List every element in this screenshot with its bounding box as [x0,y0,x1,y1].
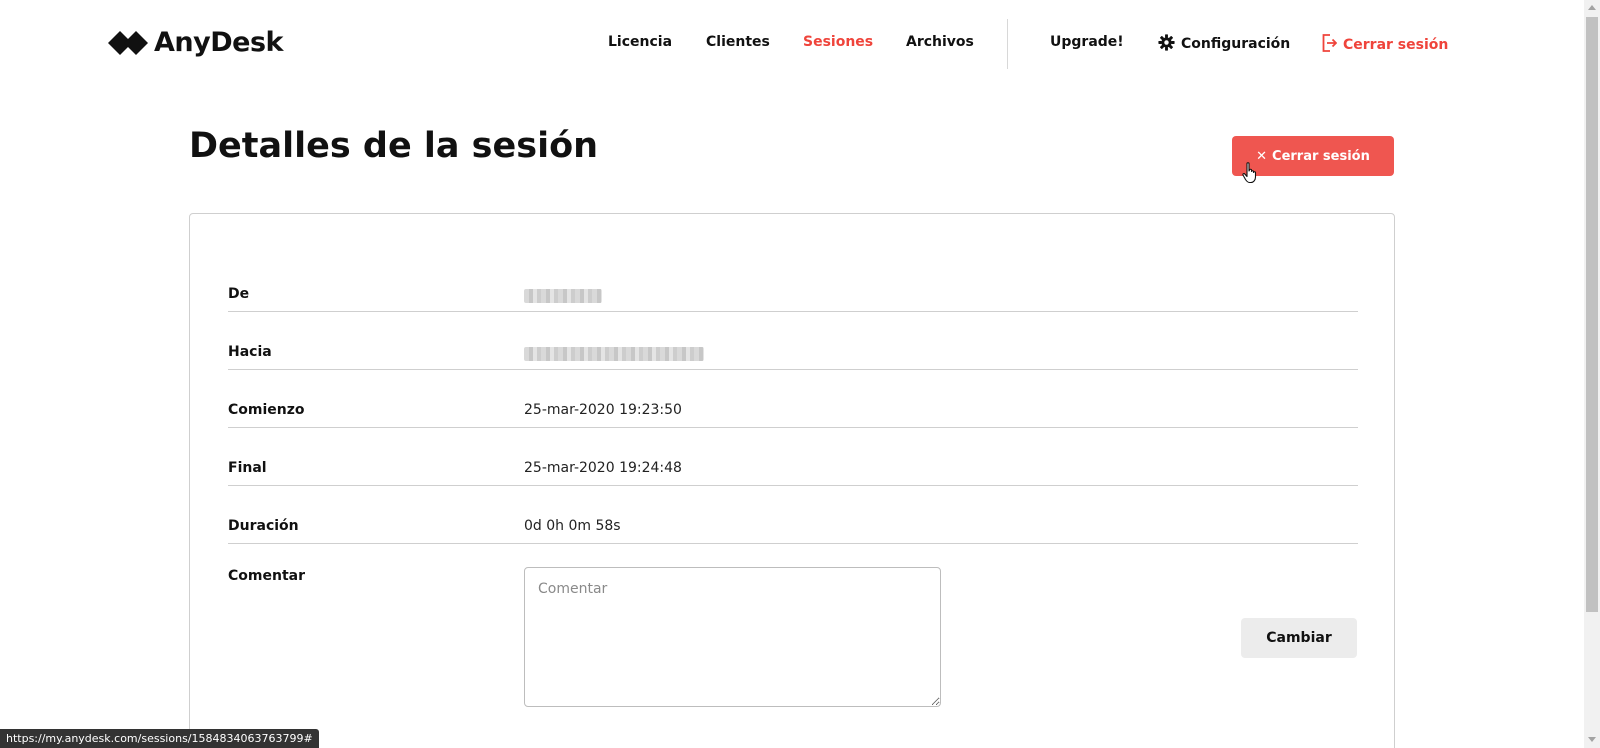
anydesk-logo[interactable]: AnyDesk [108,27,283,58]
gear-icon [1158,34,1175,51]
scroll-down-arrow-icon[interactable] [1588,737,1596,742]
anydesk-logo-icon [108,30,148,55]
vertical-scrollbar[interactable] [1584,0,1600,748]
session-details-card: De Hacia Comienzo 25-mar-2020 19:23:50 F… [189,213,1395,748]
logo-text: AnyDesk [154,27,283,58]
end-session-label: Cerrar sesión [1272,148,1370,164]
nav-cerrar-sesion[interactable]: Cerrar sesión [1322,34,1448,53]
comment-label: Comentar [228,568,305,584]
nav-clientes[interactable]: Clientes [706,34,770,50]
comment-textarea[interactable] [524,567,941,707]
top-header: AnyDesk Licencia Clientes Sesiones Archi… [0,0,1584,90]
scroll-up-arrow-icon[interactable] [1588,5,1596,10]
detail-row-end: Final 25-mar-2020 19:24:48 [228,428,1358,486]
nav-configuracion[interactable]: Configuración [1158,34,1290,52]
nav-archivos[interactable]: Archivos [906,34,974,50]
detail-row-from: De [228,254,1358,312]
detail-row-to: Hacia [228,312,1358,370]
logout-icon [1322,34,1337,52]
nav-cerrar-sesion-label: Cerrar sesión [1343,37,1449,53]
change-button[interactable]: Cambiar [1241,618,1357,658]
redacted-to-value [524,347,704,361]
to-label: Hacia [228,344,272,360]
nav-licencia[interactable]: Licencia [608,34,672,50]
nav-upgrade[interactable]: Upgrade! [1050,34,1124,50]
duration-value: 0d 0h 0m 58s [524,518,621,534]
status-bar-url: https://my.anydesk.com/sessions/15848340… [0,729,319,748]
hand-cursor-icon [1242,162,1257,184]
detail-row-duration: Duración 0d 0h 0m 58s [228,486,1358,544]
page-title: Detalles de la sesión [189,126,599,166]
detail-row-start: Comienzo 25-mar-2020 19:23:50 [228,370,1358,428]
nav-configuracion-label: Configuración [1181,36,1291,52]
duration-label: Duración [228,518,299,534]
nav-sesiones[interactable]: Sesiones [803,34,873,50]
scroll-thumb[interactable] [1586,17,1598,612]
start-value: 25-mar-2020 19:23:50 [524,402,682,418]
redacted-from-value [524,289,602,303]
nav-divider [1007,19,1008,69]
end-label: Final [228,460,267,476]
start-label: Comienzo [228,402,305,418]
from-label: De [228,286,250,302]
end-value: 25-mar-2020 19:24:48 [524,460,682,476]
